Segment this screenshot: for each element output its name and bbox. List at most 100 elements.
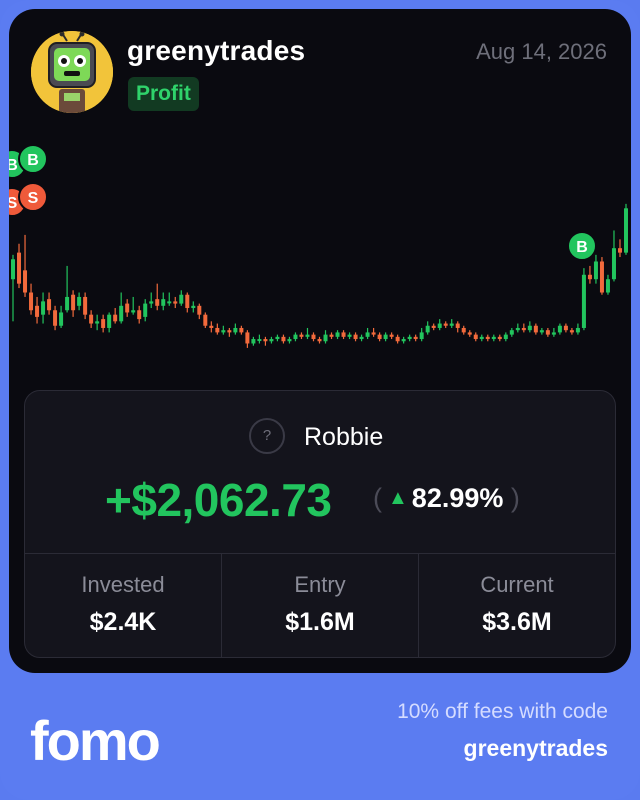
candle-body xyxy=(233,327,238,333)
candle-body xyxy=(347,334,352,337)
candle-body xyxy=(479,336,484,340)
candle-body xyxy=(509,330,514,335)
candle-body xyxy=(203,314,208,326)
stat-invested: Invested $2.4K xyxy=(25,554,222,657)
marker-label: B xyxy=(27,152,39,169)
promo-text: 10% off fees with code xyxy=(397,700,608,723)
robot-avatar-icon xyxy=(31,31,113,113)
candle-body xyxy=(215,327,220,333)
candle-body xyxy=(299,334,304,337)
candle-body xyxy=(71,294,76,311)
candle-body xyxy=(563,325,568,331)
candle-body xyxy=(623,208,628,253)
share-card-frame: greenytrades Profit Aug 14, 2026 BBSSB ?… xyxy=(0,0,640,800)
marker-label: S xyxy=(28,190,39,207)
triangle-up-icon: ▲ xyxy=(388,487,408,509)
candle-body xyxy=(281,336,286,342)
candle-body xyxy=(413,336,418,340)
candle-body xyxy=(377,334,382,340)
candle-body xyxy=(431,325,436,328)
candle-body xyxy=(59,312,64,326)
candle-body xyxy=(341,332,346,337)
candle-body xyxy=(311,334,316,340)
promo-code: greenytrades xyxy=(463,735,608,761)
candle-body xyxy=(155,299,160,306)
open-paren: ( xyxy=(373,483,382,513)
candle-body xyxy=(287,339,292,342)
candle-body xyxy=(209,325,214,328)
candle-body xyxy=(119,305,124,322)
candle-body xyxy=(137,310,142,320)
candle-body xyxy=(269,339,274,342)
buy-marker: B xyxy=(567,231,597,261)
stat-value: $3.6M xyxy=(482,608,552,636)
stat-entry: Entry $1.6M xyxy=(222,554,419,657)
candle-body xyxy=(515,327,520,331)
stat-current: Current $3.6M xyxy=(419,554,615,657)
candle-body xyxy=(113,314,118,322)
candle-body xyxy=(41,301,46,315)
candle-body xyxy=(443,323,448,326)
candle-body xyxy=(185,294,190,309)
candle-body xyxy=(317,339,322,342)
candle-body xyxy=(587,274,592,280)
candle-body xyxy=(29,292,34,311)
candle-body xyxy=(437,323,442,328)
candle-body xyxy=(257,339,262,342)
candle-body xyxy=(557,325,562,333)
candle-body xyxy=(371,332,376,335)
candle-body xyxy=(47,299,52,311)
candle-body xyxy=(89,314,94,324)
stat-label: Invested xyxy=(81,572,165,597)
candle-body xyxy=(323,334,328,342)
candle-body xyxy=(125,303,130,313)
candle-body xyxy=(239,327,244,333)
candle-body xyxy=(173,301,178,304)
candle-body xyxy=(425,325,430,333)
candle-body xyxy=(83,296,88,315)
candle-body xyxy=(23,270,28,293)
candle-body xyxy=(197,305,202,315)
price-chart: B BS SB xyxy=(9,144,628,348)
candle-body xyxy=(599,261,604,293)
candle-body xyxy=(455,323,460,328)
candle-body xyxy=(221,330,226,333)
marker-label: B xyxy=(9,157,18,174)
trade-summary-panel: ? Robbie +$2,062.73 (▲ 82.99% ) Invested … xyxy=(24,390,616,658)
trade-date: Aug 14, 2026 xyxy=(476,39,607,64)
marker-label: S xyxy=(9,195,18,212)
close-paren: ) xyxy=(503,483,520,513)
candle-body xyxy=(191,305,196,309)
token-name: Robbie xyxy=(304,423,384,451)
candle-body xyxy=(419,332,424,340)
user-avatar xyxy=(31,31,113,113)
candle-body xyxy=(305,334,310,337)
candle-body xyxy=(581,274,586,328)
candle-body xyxy=(263,339,268,342)
buy-marker: B xyxy=(18,144,48,174)
candle-body xyxy=(101,319,106,328)
candle-body xyxy=(539,330,544,333)
candle-body xyxy=(467,332,472,335)
candle-body xyxy=(77,296,82,306)
candle-body xyxy=(497,336,502,340)
candle-body xyxy=(611,248,616,280)
candle-body xyxy=(335,332,340,337)
candle-body xyxy=(473,334,478,340)
trade-card: greenytrades Profit Aug 14, 2026 BBSSB ?… xyxy=(9,9,631,673)
candle-body xyxy=(245,332,250,344)
candle-body xyxy=(533,325,538,333)
candle-body xyxy=(167,301,172,304)
candle-body xyxy=(551,332,556,335)
stat-label: Entry xyxy=(294,572,346,597)
candle-body xyxy=(251,339,256,344)
token-row: ? Robbie xyxy=(25,415,615,459)
candle-body xyxy=(161,299,166,306)
sell-marker: S xyxy=(18,182,48,212)
stats-row: Invested $2.4K Entry $1.6M Current $3.6M xyxy=(25,553,615,657)
pnl-value: +$2,062.73 xyxy=(105,474,332,526)
status-badge: Profit xyxy=(128,77,199,111)
candle-body xyxy=(275,336,280,340)
marker-label: B xyxy=(576,239,588,256)
brand-logo: fomo xyxy=(30,709,161,772)
